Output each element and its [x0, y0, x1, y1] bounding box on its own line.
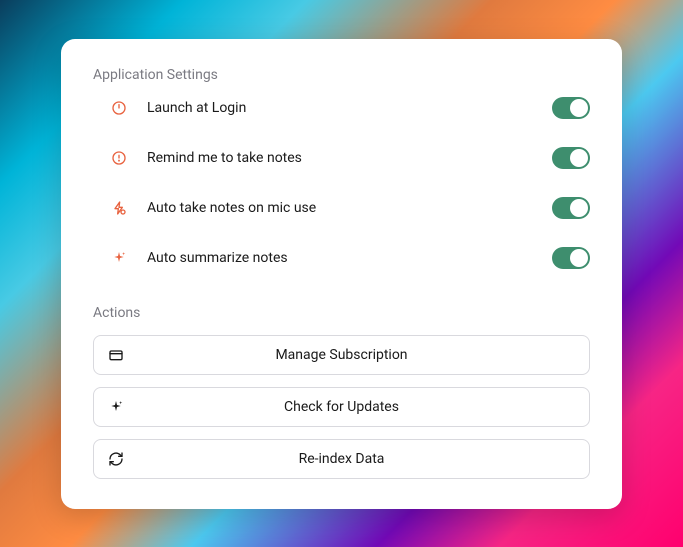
- toggle-launch-at-login[interactable]: [552, 97, 590, 119]
- refresh-icon: [108, 451, 124, 467]
- toggle-remind-notes[interactable]: [552, 147, 590, 169]
- reindex-data-button[interactable]: Re-index Data: [93, 439, 590, 479]
- action-label: Check for Updates: [94, 399, 589, 415]
- settings-card: Application Settings Launch at Login: [61, 39, 622, 509]
- manage-subscription-button[interactable]: Manage Subscription: [93, 335, 590, 375]
- bolt-gear-icon: [111, 200, 127, 216]
- section-title-actions: Actions: [93, 305, 590, 321]
- sparkle-icon: [108, 399, 124, 415]
- check-updates-button[interactable]: Check for Updates: [93, 387, 590, 427]
- power-icon: [111, 100, 127, 116]
- setting-launch-at-login: Launch at Login: [111, 97, 590, 119]
- action-label: Manage Subscription: [94, 347, 589, 363]
- setting-auto-summarize: Auto summarize notes: [111, 247, 590, 269]
- alert-icon: [111, 150, 127, 166]
- setting-remind-notes: Remind me to take notes: [111, 147, 590, 169]
- toggle-auto-summarize[interactable]: [552, 247, 590, 269]
- settings-list: Launch at Login Remind me to take notes: [93, 97, 590, 269]
- actions-list: Manage Subscription Check for Updates: [93, 335, 590, 479]
- section-title-settings: Application Settings: [93, 67, 590, 83]
- card-icon: [108, 347, 124, 363]
- setting-label: Auto summarize notes: [147, 250, 532, 266]
- action-label: Re-index Data: [94, 451, 589, 467]
- setting-label: Remind me to take notes: [147, 150, 532, 166]
- setting-label: Launch at Login: [147, 100, 532, 116]
- setting-label: Auto take notes on mic use: [147, 200, 532, 216]
- setting-auto-take-notes: Auto take notes on mic use: [111, 197, 590, 219]
- toggle-auto-take-notes[interactable]: [552, 197, 590, 219]
- sparkle-icon: [111, 250, 127, 266]
